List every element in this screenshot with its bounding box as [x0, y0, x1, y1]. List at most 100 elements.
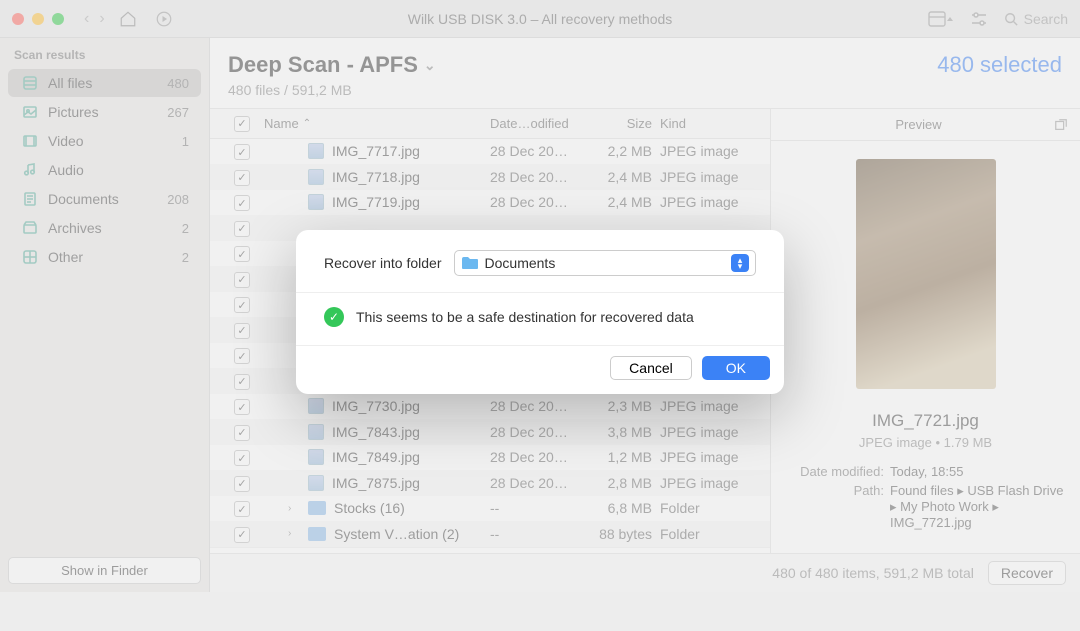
row-checkbox[interactable]: ✓ — [220, 449, 264, 467]
file-icon — [308, 169, 324, 185]
disclosure-icon[interactable]: › — [288, 503, 300, 514]
row-checkbox[interactable]: ✓ — [220, 219, 264, 237]
recover-dialog: Recover into folder Documents ▴▾ ✓ This … — [296, 230, 784, 394]
table-row[interactable]: ✓›Stocks (16)--6,8 MBFolder — [210, 496, 770, 522]
table-row[interactable]: ✓IMG_7875.jpg28 Dec 20…2,8 MBJPEG image — [210, 470, 770, 496]
row-size: 2,3 MB — [584, 398, 660, 414]
preview-image — [856, 159, 996, 389]
selected-count: 480 selected — [937, 52, 1062, 78]
row-kind: JPEG image — [660, 398, 760, 414]
row-size: 6,8 MB — [584, 500, 660, 516]
documents-icon — [20, 191, 40, 207]
row-size: 2,4 MB — [584, 169, 660, 185]
nav-arrows: ‹ › — [84, 10, 105, 28]
settings-slider-icon[interactable] — [970, 11, 988, 27]
file-icon — [308, 449, 324, 465]
cancel-button[interactable]: Cancel — [610, 356, 692, 380]
row-date: 28 Dec 20… — [490, 398, 584, 414]
row-checkbox[interactable]: ✓ — [220, 321, 264, 339]
row-date: 28 Dec 20… — [490, 475, 584, 491]
window-title: Wilk USB DISK 3.0 – All recovery methods — [408, 11, 673, 27]
folder-icon — [461, 256, 479, 270]
sidebar-item-archives[interactable]: Archives 2 — [8, 214, 201, 242]
row-checkbox[interactable]: ✓ — [220, 168, 264, 186]
table-row[interactable]: ✓IMG_7843.jpg28 Dec 20…3,8 MBJPEG image — [210, 419, 770, 445]
row-kind: JPEG image — [660, 143, 760, 159]
file-icon — [308, 424, 324, 440]
row-checkbox[interactable]: ✓ — [220, 525, 264, 543]
row-checkbox[interactable]: ✓ — [220, 500, 264, 518]
table-row[interactable]: ✓IMG_7718.jpg28 Dec 20…2,4 MBJPEG image — [210, 164, 770, 190]
table-row[interactable]: ✓IMG_7730.jpg28 Dec 20…2,3 MBJPEG image — [210, 394, 770, 420]
row-checkbox[interactable]: ✓ — [220, 296, 264, 314]
row-checkbox[interactable]: ✓ — [220, 270, 264, 288]
all-icon — [20, 75, 40, 91]
row-checkbox[interactable]: ✓ — [220, 194, 264, 212]
table-row[interactable]: ✓›System V…ation (2)--88 bytesFolder — [210, 521, 770, 547]
row-name: IMG_7730.jpg — [264, 398, 490, 414]
minimize-window-button[interactable] — [32, 13, 44, 25]
file-icon — [308, 194, 324, 210]
nav-back-button[interactable]: ‹ — [84, 10, 89, 28]
row-date: 28 Dec 20… — [490, 194, 584, 210]
sidebar-item-pictures[interactable]: Pictures 267 — [8, 98, 201, 126]
sort-asc-icon: ⌃ — [303, 118, 311, 129]
play-icon[interactable] — [155, 10, 173, 28]
row-checkbox[interactable]: ✓ — [220, 143, 264, 161]
ok-button[interactable]: OK — [702, 356, 770, 380]
column-kind[interactable]: Kind — [660, 116, 760, 131]
column-size[interactable]: Size — [584, 116, 660, 131]
row-date: -- — [490, 500, 584, 516]
preview-filename: IMG_7721.jpg — [771, 411, 1080, 431]
row-date: 28 Dec 20… — [490, 143, 584, 159]
row-checkbox[interactable]: ✓ — [220, 245, 264, 263]
sidebar-item-audio[interactable]: Audio — [8, 156, 201, 184]
table-row[interactable]: ✓IMG_7719.jpg28 Dec 20…2,4 MBJPEG image — [210, 190, 770, 216]
file-icon — [308, 143, 324, 159]
pictures-icon — [20, 104, 40, 120]
sidebar-item-video[interactable]: Video 1 — [8, 127, 201, 155]
preview-meta: JPEG image • 1.79 MB — [771, 435, 1080, 450]
sidebar-item-documents[interactable]: Documents 208 — [8, 185, 201, 213]
row-name: ›System V…ation (2) — [264, 526, 490, 542]
sidebar: Scan results All files 480 Pictures 267 … — [0, 38, 210, 592]
row-date: 28 Dec 20… — [490, 169, 584, 185]
row-checkbox[interactable]: ✓ — [220, 474, 264, 492]
row-checkbox[interactable]: ✓ — [220, 372, 264, 390]
destination-select[interactable]: Documents ▴▾ — [454, 250, 756, 276]
maximize-window-button[interactable] — [52, 13, 64, 25]
table-row[interactable]: ✓IMG_7849.jpg28 Dec 20…1,2 MBJPEG image — [210, 445, 770, 471]
sidebar-item-all-files[interactable]: All files 480 — [8, 69, 201, 97]
column-name[interactable]: Name ⌃ — [264, 116, 490, 131]
home-icon[interactable] — [119, 10, 137, 28]
sidebar-header: Scan results — [0, 38, 209, 68]
sidebar-item-other[interactable]: Other 2 — [8, 243, 201, 271]
close-window-button[interactable] — [12, 13, 24, 25]
nav-forward-button[interactable]: › — [99, 10, 104, 28]
recover-button[interactable]: Recover — [988, 561, 1066, 585]
disclosure-icon[interactable]: › — [288, 528, 300, 539]
column-check[interactable]: ✓ — [220, 115, 264, 132]
table-row[interactable]: ✓IMG_7717.jpg28 Dec 20…2,2 MBJPEG image — [210, 139, 770, 165]
preview-header: Preview — [783, 117, 1054, 132]
detach-preview-icon[interactable] — [1054, 118, 1068, 132]
show-in-finder-button[interactable]: Show in Finder — [8, 557, 201, 584]
content-title[interactable]: Deep Scan - APFS ⌄ — [228, 52, 436, 78]
preview-date-value: Today, 18:55 — [890, 464, 1066, 479]
row-checkbox[interactable]: ✓ — [220, 398, 264, 416]
toolbar: ‹ › Wilk USB DISK 3.0 – All recovery met… — [0, 0, 1080, 38]
search-box[interactable]: Search — [1004, 11, 1068, 27]
other-icon — [20, 249, 40, 265]
row-checkbox[interactable]: ✓ — [220, 347, 264, 365]
row-kind: JPEG image — [660, 449, 760, 465]
column-date[interactable]: Date…odified — [490, 116, 584, 131]
row-kind: JPEG image — [660, 424, 760, 440]
preview-path-value: Found files ▸ USB Flash Drive ▸ My Photo… — [890, 483, 1066, 530]
search-placeholder: Search — [1024, 11, 1068, 27]
view-mode-icon[interactable] — [928, 11, 954, 27]
audio-icon — [20, 162, 40, 178]
preview-pane: Preview IMG_7721.jpg JPEG image • 1.79 M… — [770, 109, 1080, 553]
row-name: IMG_7719.jpg — [264, 194, 490, 210]
row-checkbox[interactable]: ✓ — [220, 423, 264, 441]
row-size: 3,8 MB — [584, 424, 660, 440]
